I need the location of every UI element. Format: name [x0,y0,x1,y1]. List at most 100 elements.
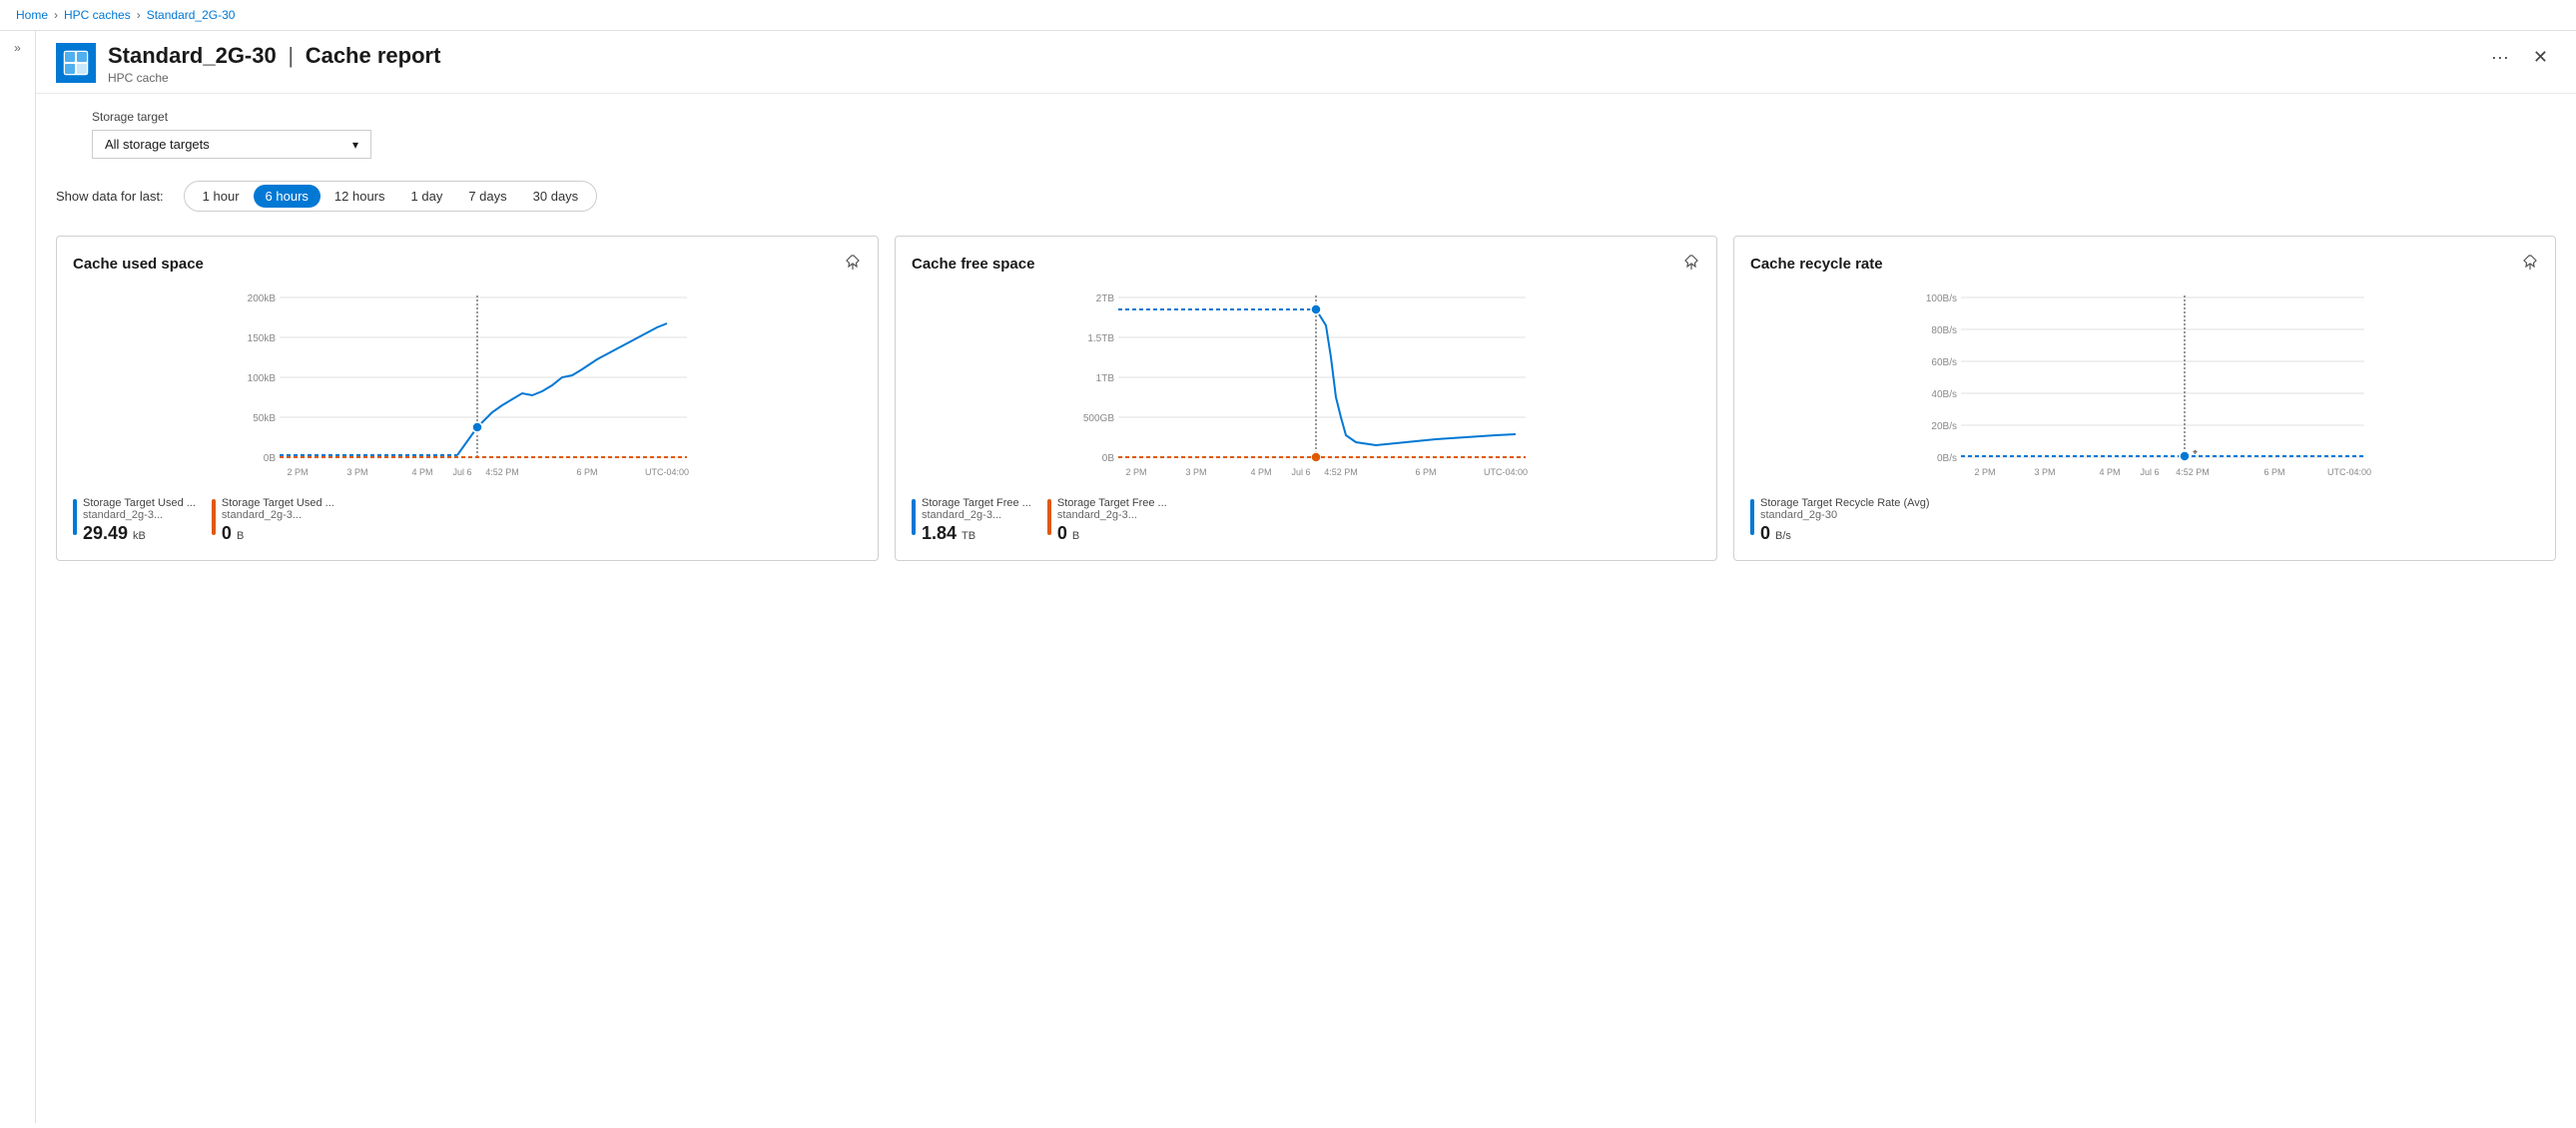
pin-icon-1[interactable] [844,253,862,276]
time-opt-1day[interactable]: 1 day [399,185,455,208]
dropdown-chevron-icon: ▾ [352,138,358,152]
chart-recycle-rate-title: Cache recycle rate [1750,253,2539,276]
time-options-group: 1 hour 6 hours 12 hours 1 day 7 days 30 … [184,181,598,212]
chart-used-space: Cache used space 200kB 150kB 100kB 50kB … [56,236,879,561]
breadcrumb-sep-2: › [137,8,141,22]
svg-text:⌖: ⌖ [2193,447,2198,457]
time-opt-30days[interactable]: 30 days [521,185,591,208]
svg-text:4:52 PM: 4:52 PM [1324,467,1358,477]
svg-text:Jul 6: Jul 6 [2140,467,2159,477]
legend-color-blue-2 [912,499,916,535]
chart-used-space-area: 200kB 150kB 100kB 50kB 0B [73,287,862,487]
sidebar-toggle[interactable]: » [0,31,36,1123]
svg-text:2 PM: 2 PM [1974,467,1995,477]
legend-item-5: Storage Target Recycle Rate (Avg) standa… [1750,497,1930,544]
svg-text:80B/s: 80B/s [1931,325,1957,336]
time-opt-1hour[interactable]: 1 hour [191,185,252,208]
chart-free-space-title: Cache free space [912,253,1700,276]
breadcrumb-hpc[interactable]: HPC caches [64,8,131,22]
svg-text:60B/s: 60B/s [1931,357,1957,368]
chart-recycle-rate-svg: 100B/s 80B/s 60B/s 40B/s 20B/s 0B/s [1750,287,2539,487]
chart-free-space-legend: Storage Target Free ... standard_2g-3...… [912,497,1700,544]
svg-text:6 PM: 6 PM [1415,467,1436,477]
svg-text:4 PM: 4 PM [2099,467,2120,477]
svg-text:100kB: 100kB [248,373,277,384]
chart-free-space: Cache free space 2TB 1.5TB 1TB 500GB 0B [895,236,1717,561]
chart-free-space-area: 2TB 1.5TB 1TB 500GB 0B [912,287,1700,487]
time-opt-6hours[interactable]: 6 hours [254,185,321,208]
svg-text:3 PM: 3 PM [1185,467,1206,477]
pin-icon-3[interactable] [2521,253,2539,276]
svg-text:0B/s: 0B/s [1937,453,1957,464]
svg-text:3 PM: 3 PM [346,467,367,477]
chart-used-space-title: Cache used space [73,253,862,276]
svg-text:2 PM: 2 PM [287,467,308,477]
legend-color-blue-3 [1750,499,1754,535]
svg-text:0B: 0B [264,453,277,464]
svg-text:40B/s: 40B/s [1931,389,1957,400]
legend-item-4: Storage Target Free ... standard_2g-3...… [1047,497,1167,544]
breadcrumb-bar: Home › HPC caches › Standard_2G-30 [0,0,2576,31]
svg-text:4:52 PM: 4:52 PM [2176,467,2210,477]
svg-text:3 PM: 3 PM [2034,467,2055,477]
page-header: Standard_2G-30 | Cache report HPC cache … [36,31,2576,94]
more-options-button[interactable]: ··· [2483,43,2517,72]
svg-text:UTC-04:00: UTC-04:00 [1484,467,1528,477]
time-filter: Show data for last: 1 hour 6 hours 12 ho… [36,171,2576,228]
legend-item-2: Storage Target Used ... standard_2g-3...… [212,497,334,544]
svg-text:500GB: 500GB [1083,413,1114,424]
sidebar-chevron-icon: » [14,41,21,55]
page-title: Standard_2G-30 | Cache report [108,43,2483,69]
breadcrumb-home[interactable]: Home [16,8,48,22]
svg-text:4 PM: 4 PM [1250,467,1271,477]
legend-item-1: Storage Target Used ... standard_2g-3...… [73,497,196,544]
svg-text:Jul 6: Jul 6 [452,467,471,477]
svg-text:6 PM: 6 PM [2263,467,2284,477]
page-title-area: Standard_2G-30 | Cache report HPC cache [108,43,2483,85]
chart-used-space-svg: 200kB 150kB 100kB 50kB 0B [73,287,862,487]
legend-color-orange-2 [1047,499,1051,535]
filter-label: Storage target [92,110,2556,124]
svg-text:UTC-04:00: UTC-04:00 [2327,467,2371,477]
svg-text:2 PM: 2 PM [1125,467,1146,477]
filter-section: Storage target All storage targets ▾ [36,94,2576,171]
charts-container: Cache used space 200kB 150kB 100kB 50kB … [36,228,2576,569]
main-container: » Standard_2G-30 | Cache report H [0,31,2576,1123]
legend-color-blue-1 [73,499,77,535]
legend-color-orange-1 [212,499,216,535]
page-subtitle: HPC cache [108,71,2483,85]
chart-recycle-rate: Cache recycle rate 100B/s 80B/s 60B/s 40… [1733,236,2556,561]
chart-recycle-rate-legend: Storage Target Recycle Rate (Avg) standa… [1750,497,2539,544]
breadcrumb-current[interactable]: Standard_2G-30 [147,8,236,22]
chart-free-space-svg: 2TB 1.5TB 1TB 500GB 0B [912,287,1700,487]
breadcrumb-sep-1: › [54,8,58,22]
svg-text:1TB: 1TB [1096,373,1115,384]
hpc-cache-icon [62,49,90,77]
time-opt-7days[interactable]: 7 days [456,185,518,208]
svg-text:50kB: 50kB [253,413,276,424]
svg-text:0B: 0B [1102,453,1115,464]
content-area: Standard_2G-30 | Cache report HPC cache … [36,31,2576,1123]
svg-text:150kB: 150kB [248,333,277,344]
svg-text:200kB: 200kB [248,293,277,304]
dropdown-selected: All storage targets [105,137,210,152]
svg-text:4:52 PM: 4:52 PM [485,467,519,477]
breadcrumb: Home › HPC caches › Standard_2G-30 [16,8,235,22]
svg-text:2TB: 2TB [1096,293,1115,304]
page-icon [56,43,96,83]
legend-item-3: Storage Target Free ... standard_2g-3...… [912,497,1031,544]
chart-recycle-rate-area: 100B/s 80B/s 60B/s 40B/s 20B/s 0B/s [1750,287,2539,487]
close-button[interactable]: ✕ [2525,43,2556,72]
svg-text:20B/s: 20B/s [1931,421,1957,432]
time-filter-label: Show data for last: [56,189,164,204]
storage-target-dropdown[interactable]: All storage targets ▾ [92,130,371,159]
svg-text:Jul 6: Jul 6 [1291,467,1310,477]
pin-icon-2[interactable] [1682,253,1700,276]
time-opt-12hours[interactable]: 12 hours [322,185,397,208]
svg-text:1.5TB: 1.5TB [1087,333,1114,344]
svg-text:UTC-04:00: UTC-04:00 [645,467,689,477]
chart-used-space-legend: Storage Target Used ... standard_2g-3...… [73,497,862,544]
svg-text:100B/s: 100B/s [1926,293,1957,304]
header-actions: ··· ✕ [2483,43,2556,72]
svg-text:4 PM: 4 PM [411,467,432,477]
